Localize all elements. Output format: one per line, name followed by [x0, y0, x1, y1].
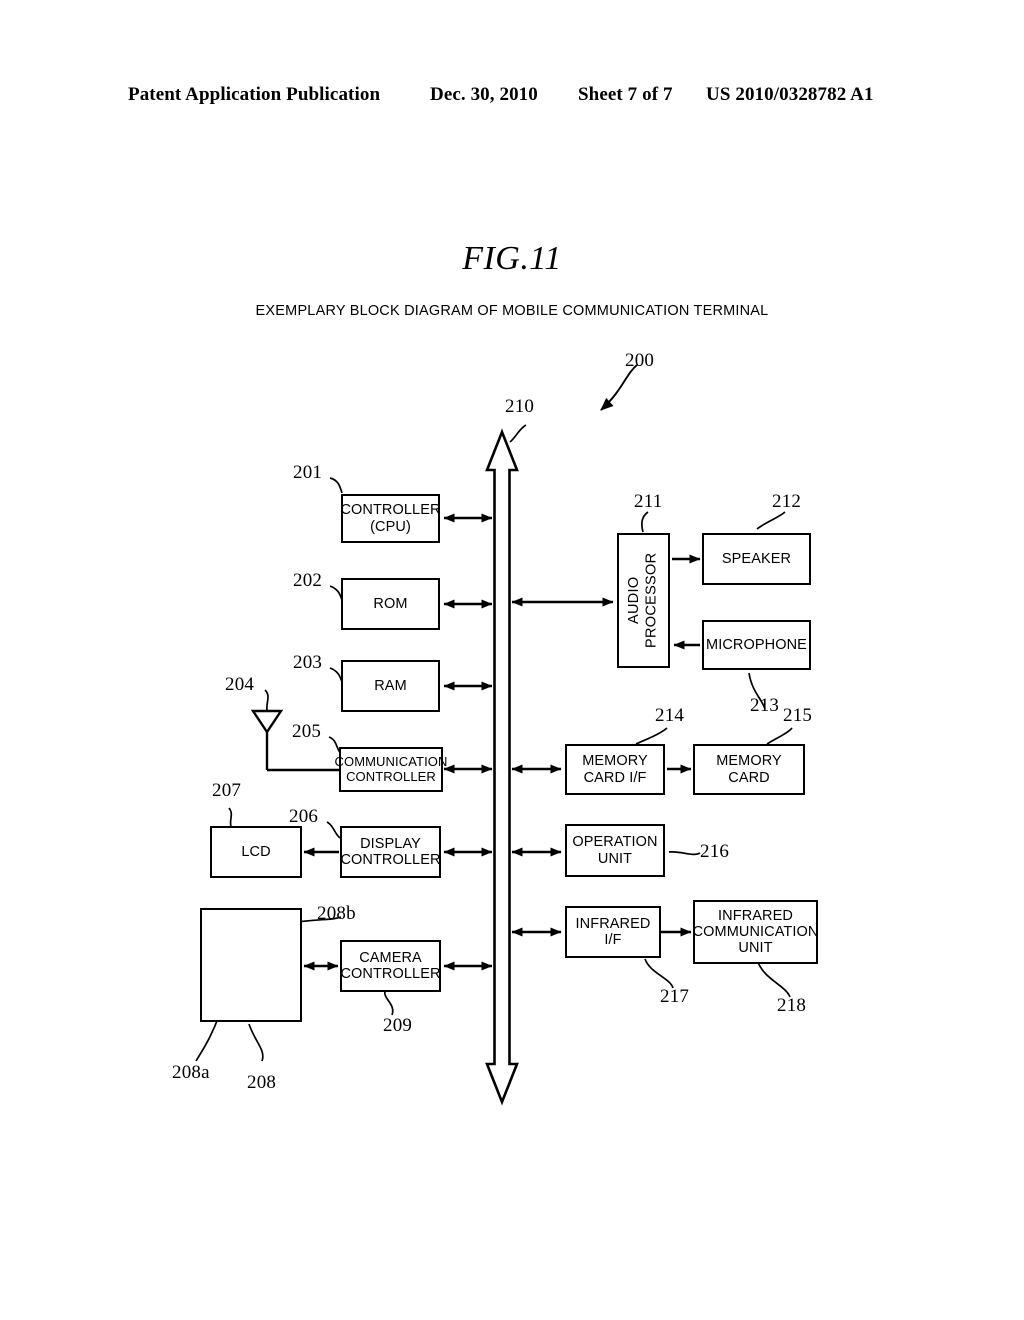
ref-211: 211 [634, 491, 663, 512]
block-microphone: MICROPHONE [702, 620, 811, 670]
ref-218: 218 [777, 995, 807, 1016]
ref-213: 213 [750, 695, 780, 716]
block-camera-module [200, 908, 302, 1022]
system-bus-arrow [485, 428, 519, 1106]
ref-202: 202 [293, 570, 323, 591]
ref-200: 200 [625, 350, 655, 371]
block-diagram: CONTROLLER (CPU) ROM RAM COMMUNICATION C… [0, 0, 1024, 1320]
ref-209: 209 [383, 1015, 413, 1036]
ref-217: 217 [660, 986, 690, 1007]
block-memory-card-if: MEMORY CARD I/F [565, 744, 665, 795]
block-rom: ROM [341, 578, 440, 630]
leader-204 [264, 689, 269, 711]
leader-216 [668, 851, 701, 856]
ref-210: 210 [505, 396, 535, 417]
ref-208a: 208a [172, 1062, 210, 1083]
ref-208: 208 [247, 1072, 277, 1093]
block-display-controller: DISPLAY CONTROLLER [340, 826, 441, 878]
ref-216: 216 [700, 841, 730, 862]
ref-204: 204 [225, 674, 255, 695]
block-audio-processor: AUDIO PROCESSOR [617, 533, 670, 668]
ref-212: 212 [772, 491, 802, 512]
leader-201 [329, 477, 343, 494]
ref-215: 215 [783, 705, 813, 726]
block-controller: CONTROLLER (CPU) [340, 494, 440, 543]
block-ram: RAM [341, 660, 440, 712]
ref-207: 207 [212, 780, 242, 801]
diagram-vector-layer [195, 364, 793, 1106]
leader-218 [757, 961, 791, 998]
leader-208 [248, 1023, 264, 1062]
leader-217 [644, 958, 674, 989]
ref-203: 203 [293, 652, 323, 673]
leader-212 [756, 511, 786, 530]
ref-205: 205 [292, 721, 322, 742]
block-infrared-if: INFRARED I/F [565, 906, 661, 958]
leader-206 [326, 821, 341, 839]
ref-208b: 208b [317, 903, 356, 924]
block-memory-card: MEMORY CARD [693, 744, 805, 795]
leader-210 [509, 424, 527, 443]
ref-214: 214 [655, 705, 685, 726]
block-communication-controller: COMMUNICATION CONTROLLER [335, 747, 447, 792]
block-speaker: SPEAKER [702, 533, 811, 585]
leader-207 [228, 807, 233, 827]
block-operation-unit: OPERATION UNIT [565, 824, 665, 877]
ref-201: 201 [293, 462, 323, 483]
block-infrared-communication-unit: INFRARED COMMUNICATION UNIT [693, 900, 818, 964]
leader-211 [641, 511, 649, 533]
leader-214 [635, 727, 668, 745]
ref-206: 206 [289, 806, 319, 827]
leader-209 [384, 990, 394, 1016]
leader-215 [766, 727, 793, 745]
block-lcd: LCD [210, 826, 302, 878]
block-camera-controller: CAMERA CONTROLLER [340, 940, 441, 992]
